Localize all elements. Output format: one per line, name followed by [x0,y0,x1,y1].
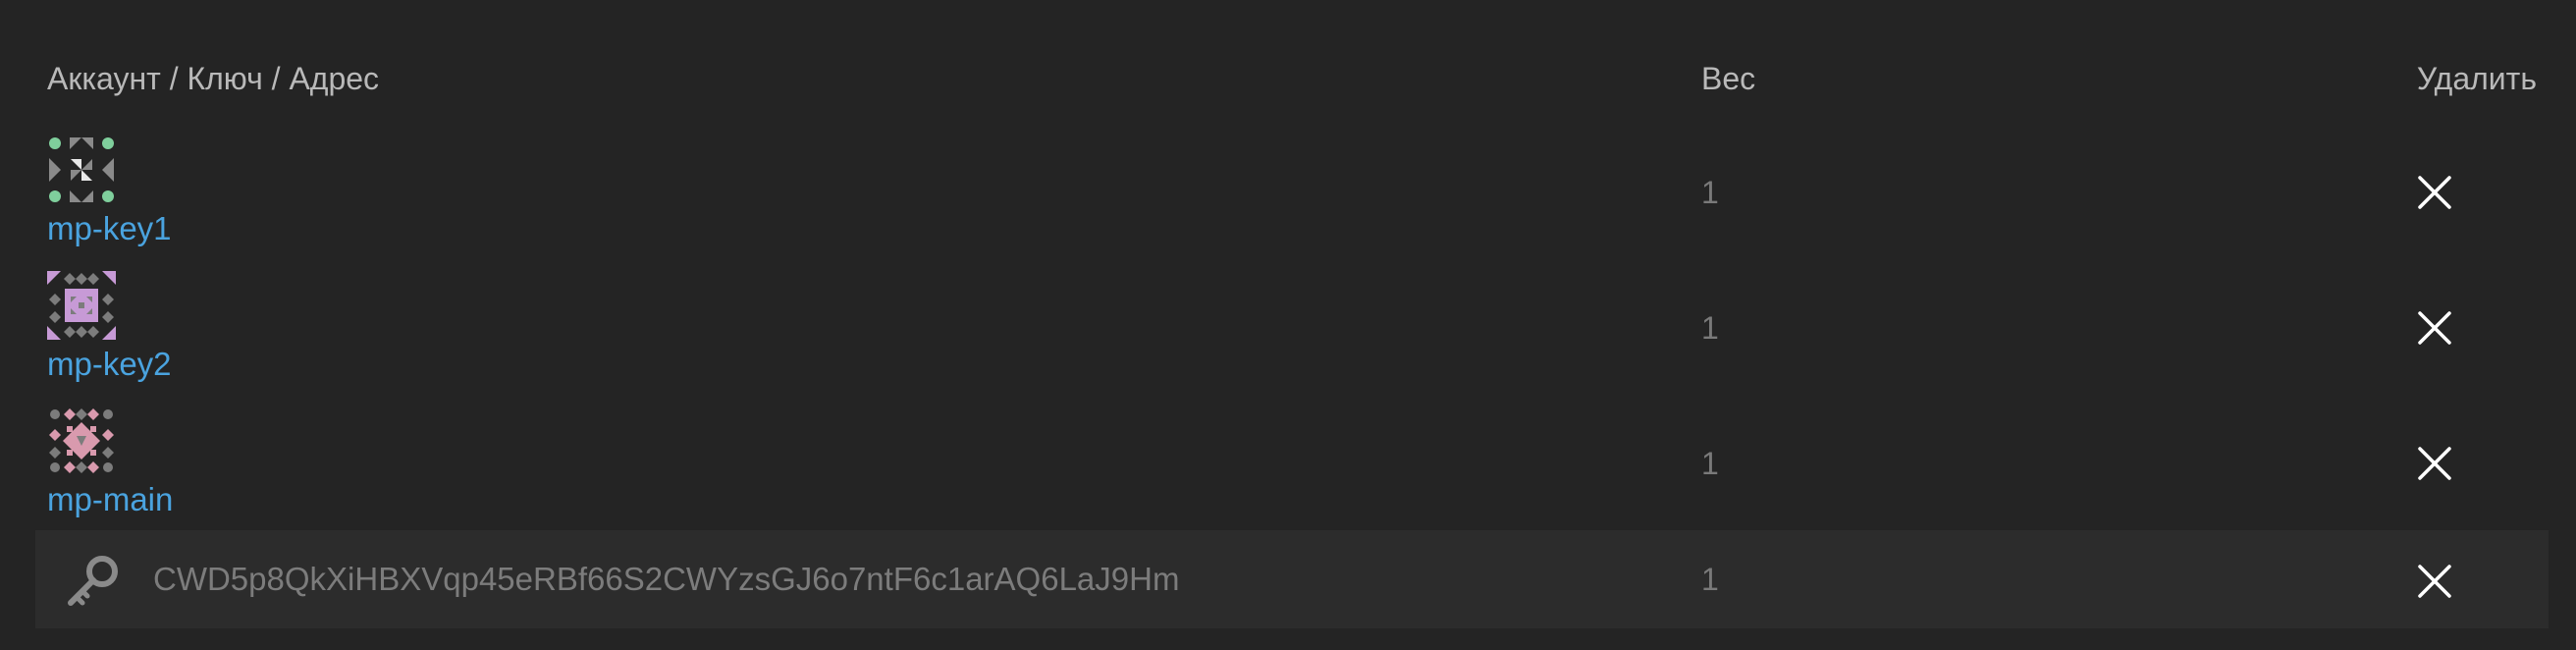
close-icon [2418,565,2451,598]
account-name-link[interactable]: mp-main [47,480,173,519]
close-icon [2418,447,2451,480]
close-icon [2418,311,2451,345]
account-weight: 1 [1701,310,1719,346]
account-row: mp-main 1 [0,405,2576,522]
account-avatar-icon [47,271,116,340]
column-header-account: Аккаунт / Ключ / Адрес [47,61,380,96]
delete-button[interactable] [2413,442,2456,485]
account-avatar-icon [47,135,116,204]
authority-table: Аккаунт / Ключ / Адрес Вес Удалить mp-ke… [0,0,2576,650]
account-avatar-icon [47,406,116,475]
account-row: mp-key1 1 [0,134,2576,251]
account-name-link[interactable]: mp-key1 [47,209,172,248]
account-row: mp-key2 1 [0,269,2576,387]
account-weight: 1 [1701,175,1719,210]
delete-button[interactable] [2413,560,2456,603]
delete-button[interactable] [2413,171,2456,214]
account-weight: 1 [1701,446,1719,481]
close-icon [2418,176,2451,209]
column-header-weight: Вес [1701,61,1756,96]
account-name-link[interactable]: mp-key2 [47,345,172,384]
key-icon [65,554,120,609]
public-key-text: CWD5p8QkXiHBXVqp45eRBf66S2CWYzsGJ6o7ntF6… [153,561,1180,597]
column-header-delete: Удалить [2416,61,2537,96]
key-row: CWD5p8QkXiHBXVqp45eRBf66S2CWYzsGJ6o7ntF6… [35,530,2549,628]
key-weight: 1 [1701,562,1719,597]
delete-button[interactable] [2413,306,2456,350]
